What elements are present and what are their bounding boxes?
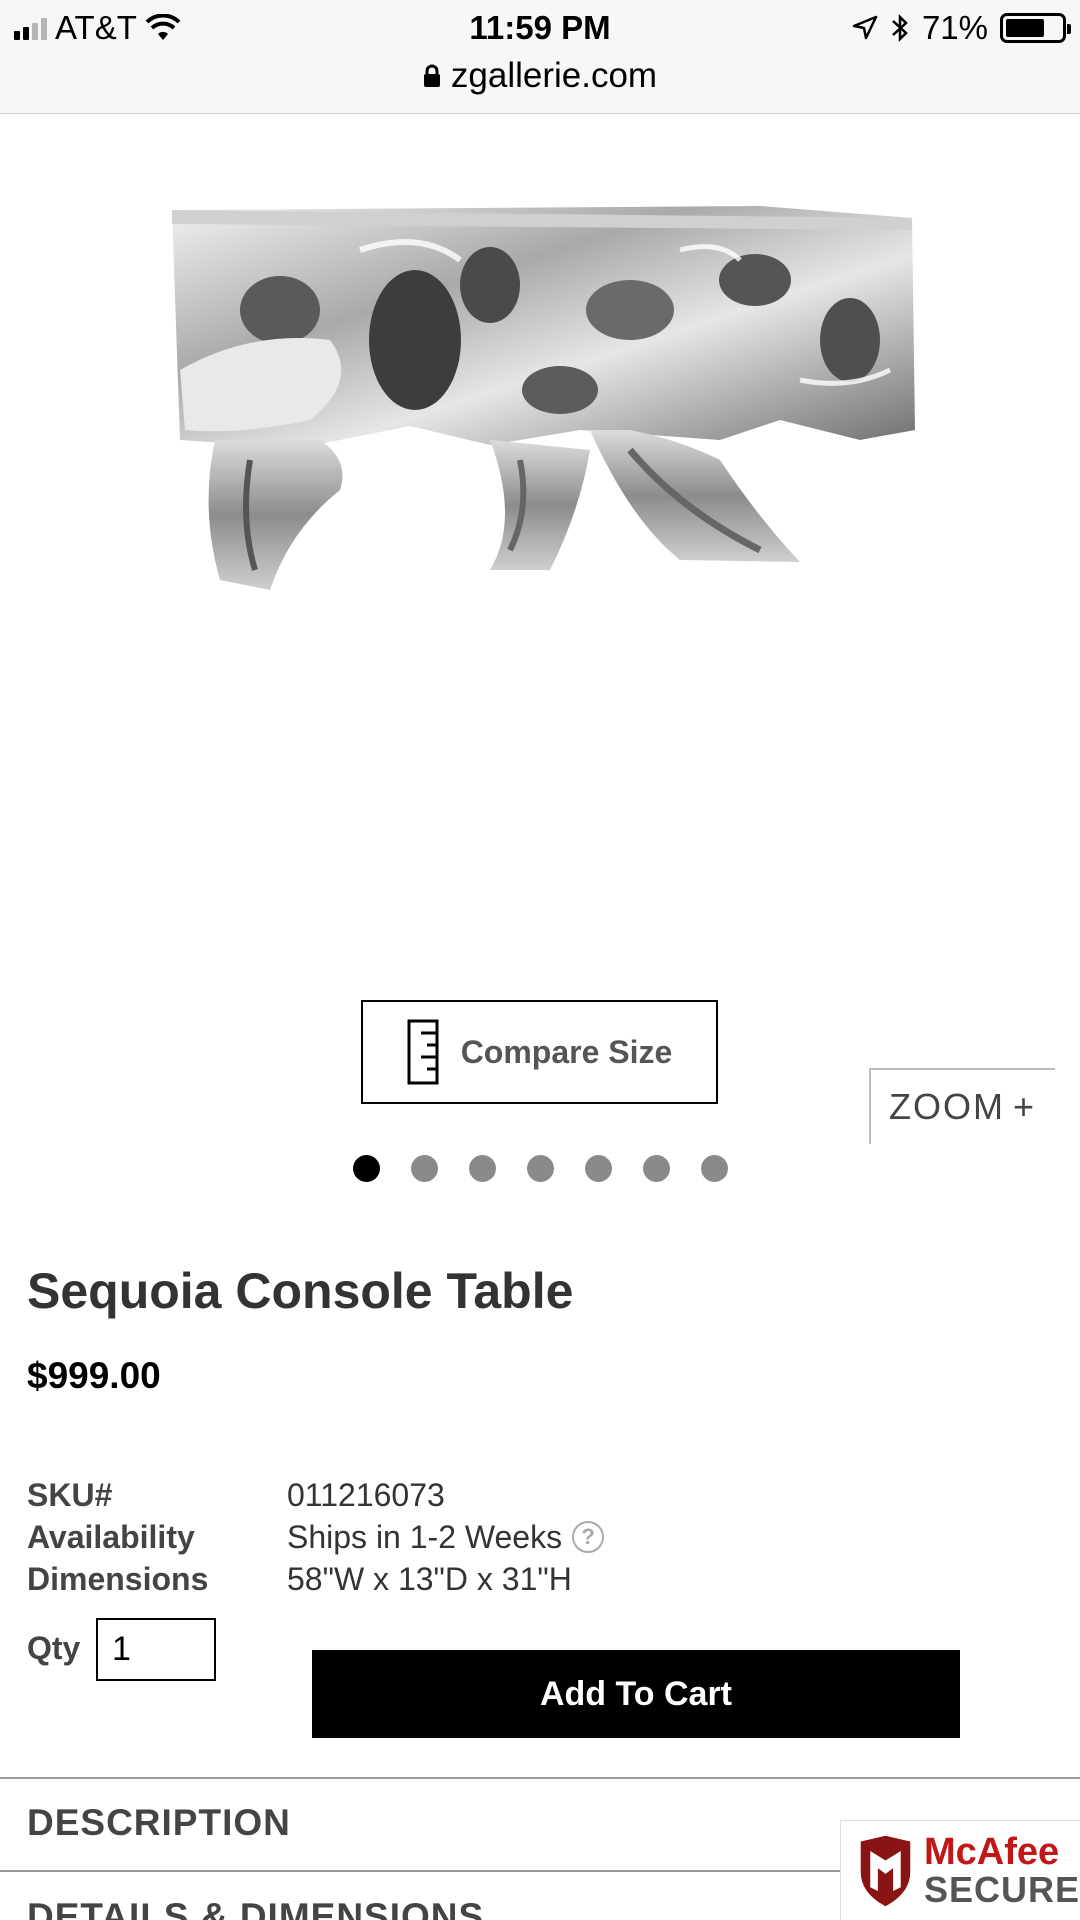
battery-icon [1000, 13, 1071, 43]
help-icon[interactable]: ? [572, 1521, 605, 1553]
product-specs: SKU# 011216073 Availability Ships in 1-2… [27, 1474, 605, 1600]
details-dimensions-section-header[interactable]: DETAILS & DIMENSIONS [27, 1896, 484, 1920]
mcafee-secure-label: SECURE [923, 1868, 1080, 1910]
lock-icon [423, 64, 440, 87]
spec-label: Dimensions [27, 1560, 209, 1597]
carousel-dot[interactable] [527, 1155, 554, 1182]
product-title: Sequoia Console Table [27, 1263, 574, 1319]
product-image[interactable] [160, 190, 920, 620]
spec-label: Availability [27, 1518, 195, 1555]
description-section-header[interactable]: DESCRIPTION [27, 1802, 291, 1844]
zoom-label: ZOOM [889, 1086, 1005, 1127]
qty-label: Qty [27, 1630, 81, 1666]
image-carousel-dots [353, 1155, 728, 1185]
mcafee-shield-icon [860, 1835, 911, 1906]
address-bar[interactable]: zgallerie.com [0, 52, 1080, 100]
url-domain: zgallerie.com [450, 56, 658, 95]
carousel-dot[interactable] [469, 1155, 496, 1182]
carousel-dot[interactable] [643, 1155, 670, 1182]
compare-size-button[interactable]: Compare Size [361, 1000, 718, 1104]
spec-value: Ships in 1-2 Weeks [287, 1518, 563, 1555]
section-divider [0, 1777, 1080, 1779]
bluetooth-icon [892, 13, 908, 43]
add-to-cart-button[interactable]: Add To Cart [312, 1650, 960, 1738]
ruler-icon [407, 1019, 439, 1085]
carousel-dot[interactable] [411, 1155, 438, 1182]
mcafee-wordmark: McAfee SECURE [924, 1833, 1080, 1909]
spec-row-availability: Availability Ships in 1-2 Weeks ? [27, 1516, 605, 1558]
spec-value: 011216073 [287, 1476, 445, 1513]
plus-icon: + [1012, 1086, 1037, 1127]
spec-value: 58"W x 13"D x 31"H [287, 1560, 572, 1597]
carousel-dot[interactable] [585, 1155, 612, 1182]
browser-top-bar: AT&T 11:59 PM 71% zgallerie.com [0, 0, 1080, 114]
zoom-button[interactable]: ZOOM + [869, 1068, 1055, 1144]
product-price: $999.00 [27, 1355, 161, 1396]
spec-row-sku: SKU# 011216073 [27, 1474, 604, 1516]
carousel-dot[interactable] [701, 1155, 728, 1182]
spec-row-dimensions: Dimensions 58"W x 13"D x 31"H [27, 1558, 604, 1600]
compare-size-label: Compare Size [460, 1033, 673, 1070]
status-right: 71% [852, 8, 1071, 48]
spec-label: SKU# [27, 1476, 113, 1513]
carousel-dot[interactable] [353, 1155, 380, 1182]
mcafee-brand: McAfee [923, 1830, 1060, 1873]
qty-input[interactable] [96, 1618, 216, 1681]
location-arrow-icon [852, 15, 878, 40]
battery-percent: 71% [921, 9, 988, 46]
spec-value-wrap: Ships in 1-2 Weeks ? [287, 1518, 605, 1556]
mcafee-secure-badge[interactable]: McAfee SECURE [840, 1820, 1080, 1920]
